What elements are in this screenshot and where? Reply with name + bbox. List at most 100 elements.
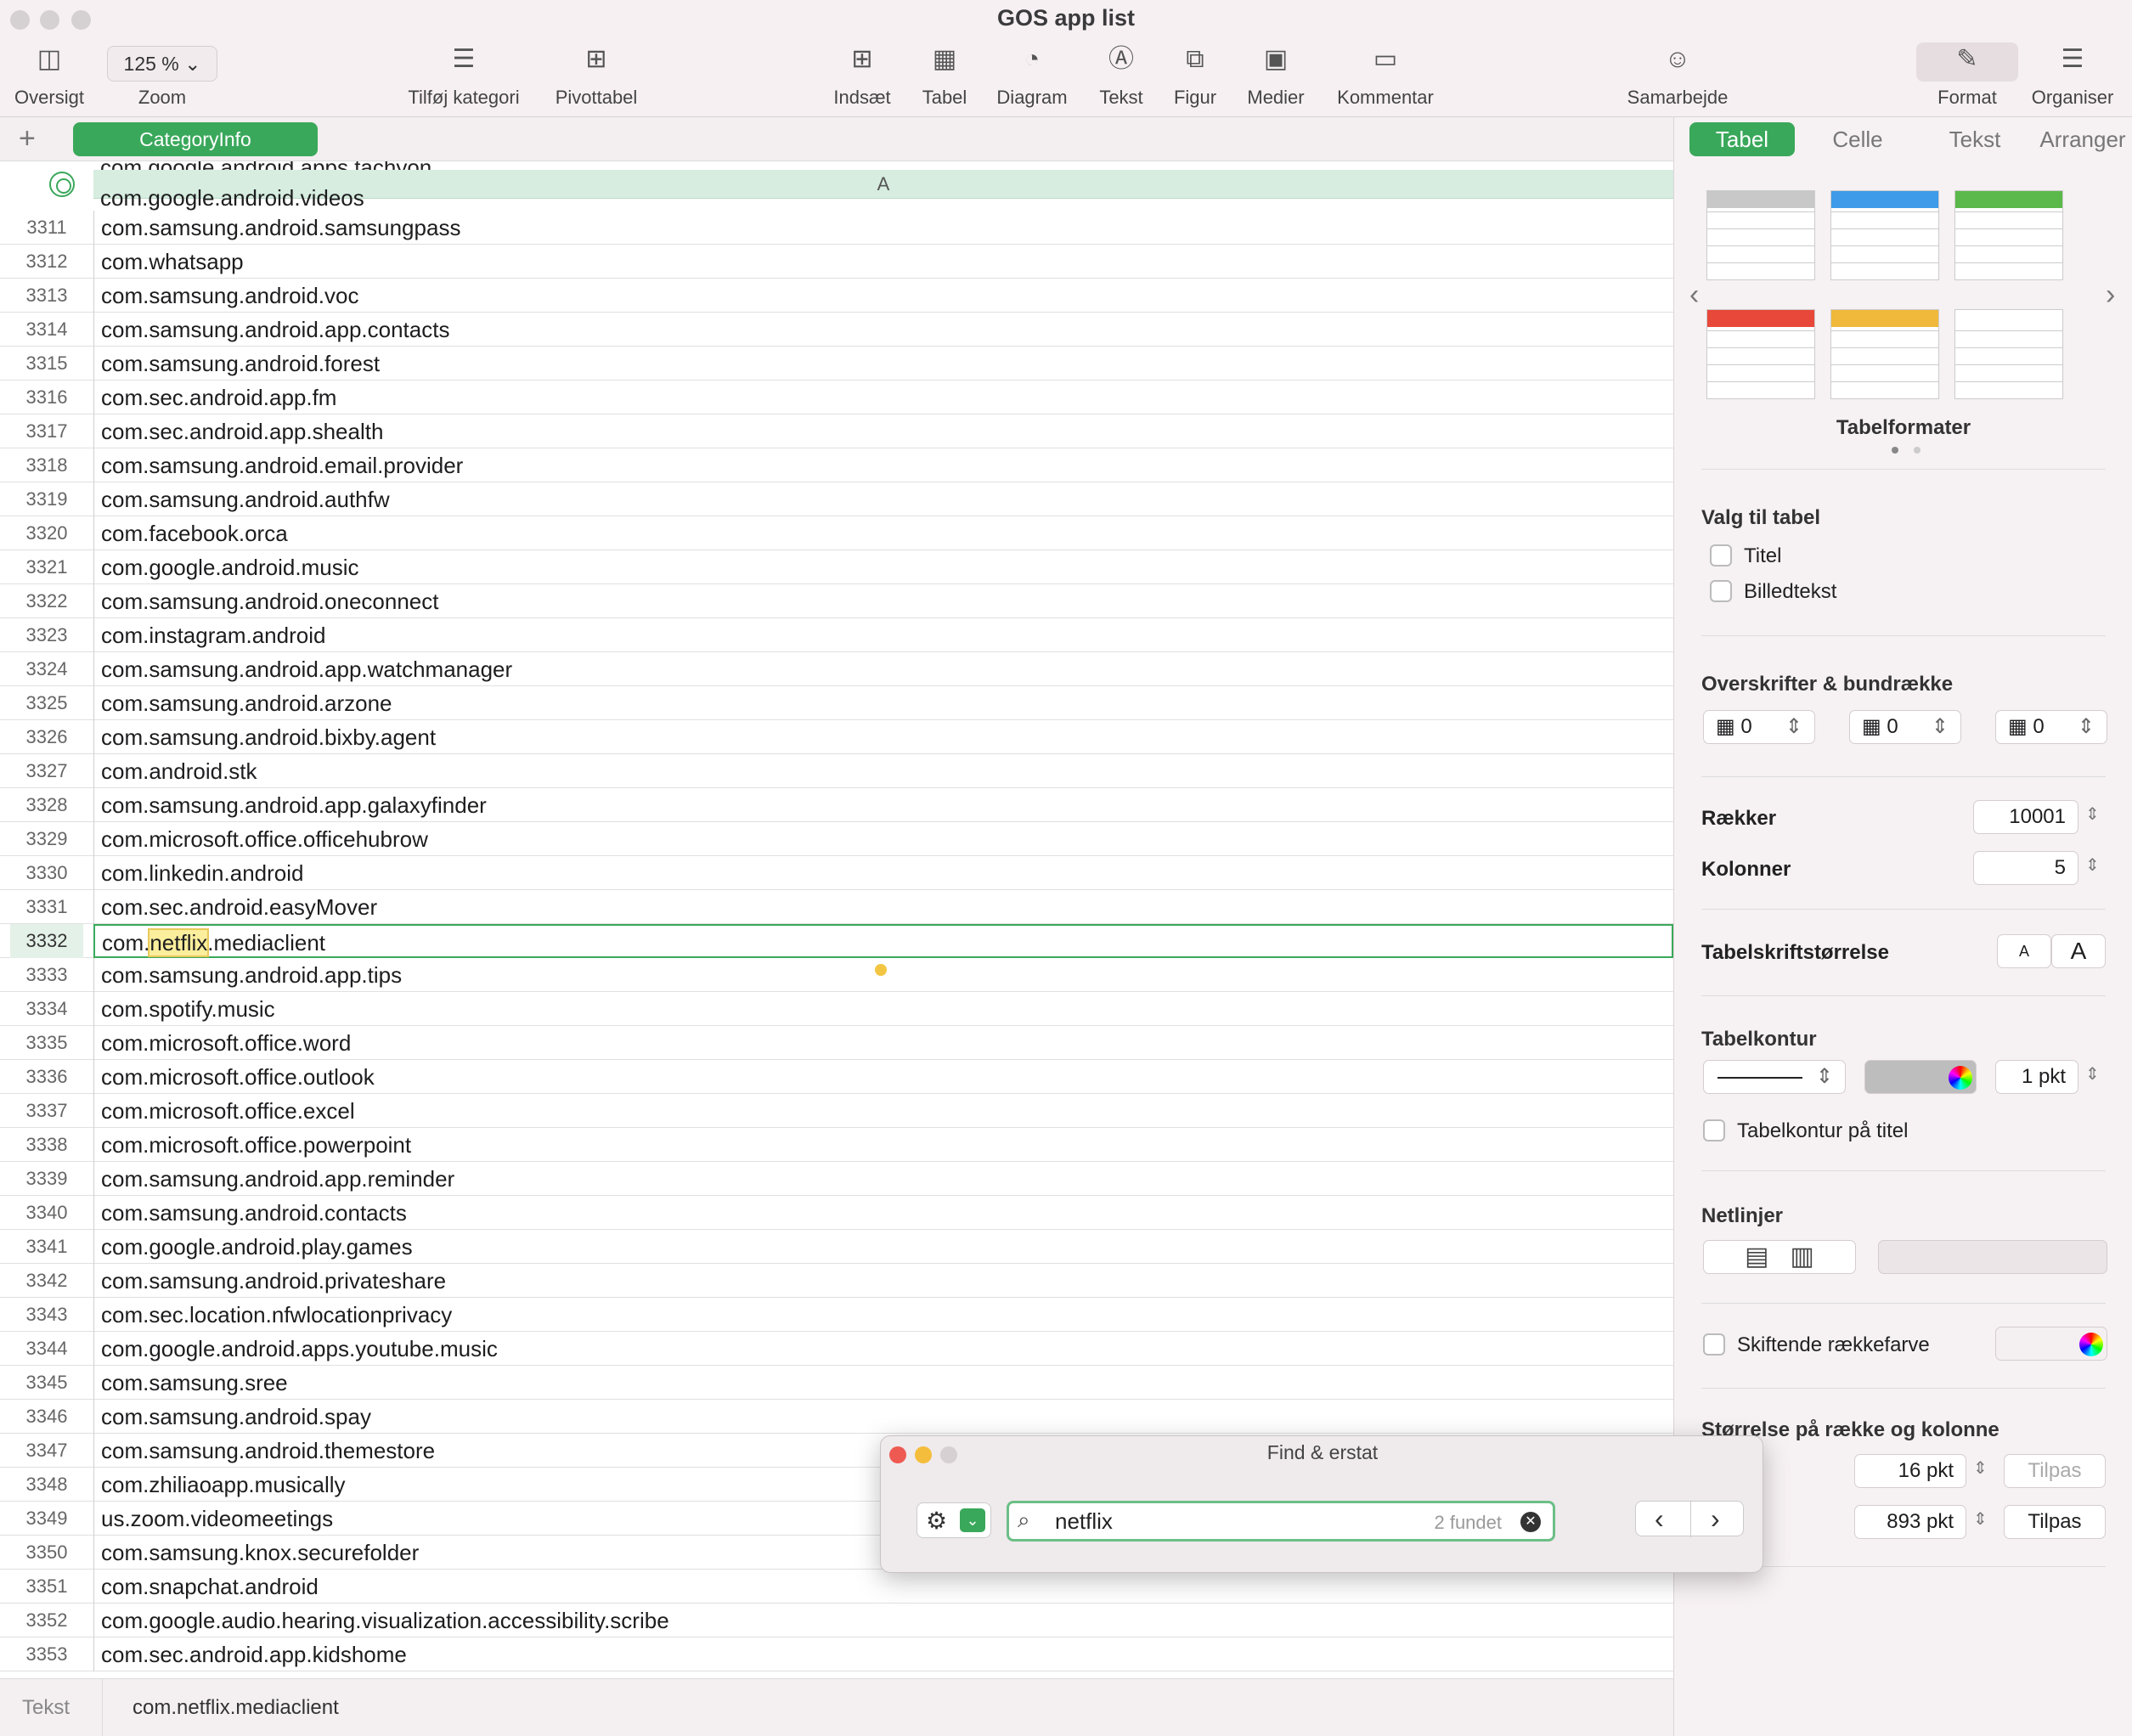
- row-number[interactable]: 3343: [10, 1298, 83, 1332]
- table-cell[interactable]: com.microsoft.office.outlook: [93, 1060, 1673, 1094]
- row-number[interactable]: 3313: [10, 279, 83, 313]
- row-number[interactable]: 3337: [10, 1094, 83, 1128]
- row-number[interactable]: 3338: [10, 1128, 83, 1162]
- row-number[interactable]: 3318: [10, 448, 83, 482]
- row-number[interactable]: 3328: [10, 788, 83, 822]
- tekst-button[interactable]: Ⓐ Tekst: [1086, 41, 1157, 109]
- table-row[interactable]: 3345 com.samsung.sree: [0, 1366, 1673, 1400]
- table-row[interactable]: 3312 com.whatsapp: [0, 245, 1673, 279]
- table-row[interactable]: 3317 com.sec.android.app.shealth: [0, 414, 1673, 448]
- format-button[interactable]: ✎ Format: [1926, 41, 2008, 109]
- raekker-stepper[interactable]: ⇕: [2085, 803, 2100, 825]
- gridlines-buttons[interactable]: ▤ ▥: [1703, 1240, 1856, 1274]
- table-cell[interactable]: com.samsung.android.app.galaxyfinder: [93, 788, 1673, 822]
- row-number[interactable]: 3348: [10, 1468, 83, 1502]
- table-row[interactable]: 3330 com.linkedin.android: [0, 856, 1673, 890]
- chevron-left-icon[interactable]: ‹: [1689, 279, 1699, 312]
- table-cell[interactable]: com.google.android.apps.youtube.music: [93, 1332, 1673, 1366]
- row-number[interactable]: 3350: [10, 1536, 83, 1570]
- table-row[interactable]: 3324 com.samsung.android.app.watchmanager: [0, 652, 1673, 686]
- row-number[interactable]: 3347: [10, 1434, 83, 1468]
- row-number[interactable]: 3349: [10, 1502, 83, 1536]
- table-style-thumbnail[interactable]: [1830, 309, 1939, 399]
- table-row[interactable]: 3335 com.microsoft.office.word: [0, 1026, 1673, 1060]
- row-number[interactable]: 3345: [10, 1366, 83, 1400]
- table-row[interactable]: 3342 com.samsung.android.privateshare: [0, 1264, 1673, 1298]
- tilpas-col-button[interactable]: Tilpas: [2004, 1505, 2106, 1539]
- table-cell[interactable]: com.samsung.android.app.watchmanager: [93, 652, 1673, 686]
- table-row[interactable]: 3314 com.samsung.android.app.contacts: [0, 313, 1673, 347]
- header-columns-stepper[interactable]: ▦ 0 ⇕: [1849, 710, 1961, 744]
- tilpas-row-button[interactable]: Tilpas: [2004, 1454, 2106, 1488]
- table-cell[interactable]: com.microsoft.office.excel: [93, 1094, 1673, 1128]
- table-row[interactable]: 3336 com.microsoft.office.outlook: [0, 1060, 1673, 1094]
- next-match-button[interactable]: ›: [1711, 1503, 1720, 1535]
- table-cell[interactable]: com.microsoft.office.officehubrow: [93, 822, 1673, 856]
- row-number[interactable]: 3319: [10, 482, 83, 516]
- table-style-thumbnail[interactable]: [1830, 190, 1939, 280]
- row-number[interactable]: 3341: [10, 1230, 83, 1264]
- skiftende-checkbox[interactable]: [1703, 1333, 1725, 1356]
- header-rows-stepper[interactable]: ▦ 0 ⇕: [1703, 710, 1815, 744]
- row-number[interactable]: 3339: [10, 1162, 83, 1196]
- table-row[interactable]: 3339 com.samsung.android.app.reminder: [0, 1162, 1673, 1196]
- kolonner-stepper[interactable]: ⇕: [2085, 854, 2100, 876]
- row-number[interactable]: 3329: [10, 822, 83, 856]
- table-cell[interactable]: com.sec.android.app.fm: [93, 380, 1673, 414]
- table-row[interactable]: 3311 com.samsung.android.samsungpass: [0, 211, 1673, 245]
- table-cell[interactable]: com.samsung.android.privateshare: [93, 1264, 1673, 1298]
- table-style-thumbnail[interactable]: [1954, 190, 2063, 280]
- table-row[interactable]: 3329 com.microsoft.office.officehubrow: [0, 822, 1673, 856]
- tab-arranger[interactable]: Arranger: [2033, 122, 2132, 156]
- row-number[interactable]: 3332: [10, 924, 83, 958]
- table-cell[interactable]: com.google.android.play.games: [93, 1230, 1673, 1264]
- alternate-color-well[interactable]: [1995, 1327, 2107, 1361]
- billedtekst-checkbox[interactable]: [1710, 580, 1732, 602]
- vertical-gridlines-icon[interactable]: ▥: [1791, 1243, 1814, 1271]
- table-row[interactable]: 3338 com.microsoft.office.powerpoint: [0, 1128, 1673, 1162]
- tabel-button[interactable]: ▦ Tabel: [909, 41, 980, 109]
- row-number[interactable]: 3316: [10, 380, 83, 414]
- row-number[interactable]: 3336: [10, 1060, 83, 1094]
- table-row[interactable]: 3325 com.samsung.android.arzone: [0, 686, 1673, 720]
- indsaet-button[interactable]: ⊞ Indsæt: [824, 41, 900, 109]
- table-row[interactable]: 3319 com.samsung.android.authfw: [0, 482, 1673, 516]
- border-style-select[interactable]: ⇕: [1703, 1060, 1846, 1094]
- tab-tabel[interactable]: Tabel: [1689, 122, 1795, 156]
- table-cell[interactable]: com.samsung.android.contacts: [93, 1196, 1673, 1230]
- table-cell[interactable]: com.samsung.android.bixby.agent: [93, 720, 1673, 754]
- table-style-thumbnail[interactable]: [1706, 309, 1815, 399]
- row-number[interactable]: 3315: [10, 347, 83, 380]
- row-number[interactable]: 3344: [10, 1332, 83, 1366]
- table-row[interactable]: 3343 com.sec.location.nfwlocationprivacy: [0, 1298, 1673, 1332]
- font-larger-button[interactable]: A: [2051, 934, 2106, 968]
- table-cell[interactable]: com.samsung.android.authfw: [93, 482, 1673, 516]
- tilfoj-kategori-button[interactable]: ☰ Tilføj kategori: [396, 41, 532, 109]
- clear-search-icon[interactable]: ✕: [1520, 1512, 1541, 1532]
- table-row[interactable]: 3321 com.google.android.music: [0, 550, 1673, 584]
- row-number[interactable]: 3330: [10, 856, 83, 890]
- diagram-button[interactable]: ◔ Diagram: [989, 41, 1075, 109]
- border-width-stepper[interactable]: ⇕: [2085, 1063, 2100, 1085]
- tab-tekst[interactable]: Tekst: [1924, 122, 2026, 156]
- row-number[interactable]: 3334: [10, 992, 83, 1026]
- row-number[interactable]: 3331: [10, 890, 83, 924]
- table-row[interactable]: 3337 com.microsoft.office.excel: [0, 1094, 1673, 1128]
- medier-button[interactable]: ▣ Medier: [1235, 41, 1317, 109]
- table-row[interactable]: 3327 com.android.stk: [0, 754, 1673, 788]
- row-number[interactable]: 3335: [10, 1026, 83, 1060]
- table-row[interactable]: 3313 com.samsung.android.voc: [0, 279, 1673, 313]
- table-cell[interactable]: com.samsung.android.app.reminder: [93, 1162, 1673, 1196]
- row-number[interactable]: 3320: [10, 516, 83, 550]
- chevron-right-icon[interactable]: ›: [2106, 279, 2115, 312]
- table-cell[interactable]: com.google.audio.hearing.visualization.a…: [93, 1604, 1673, 1637]
- table-row[interactable]: 3331 com.sec.android.easyMover: [0, 890, 1673, 924]
- row-number[interactable]: 3327: [10, 754, 83, 788]
- table-row[interactable]: 3322 com.samsung.android.oneconnect: [0, 584, 1673, 618]
- color-wheel-icon[interactable]: [2079, 1333, 2103, 1356]
- page-dot[interactable]: [1914, 447, 1920, 454]
- table-row[interactable]: 3353 com.sec.android.app.kidshome: [0, 1637, 1673, 1671]
- row-height-field[interactable]: 16 pkt: [1854, 1454, 1966, 1488]
- table-row[interactable]: 3351 com.snapchat.android: [0, 1570, 1673, 1604]
- table-cell[interactable]: com.samsung.android.email.provider: [93, 448, 1673, 482]
